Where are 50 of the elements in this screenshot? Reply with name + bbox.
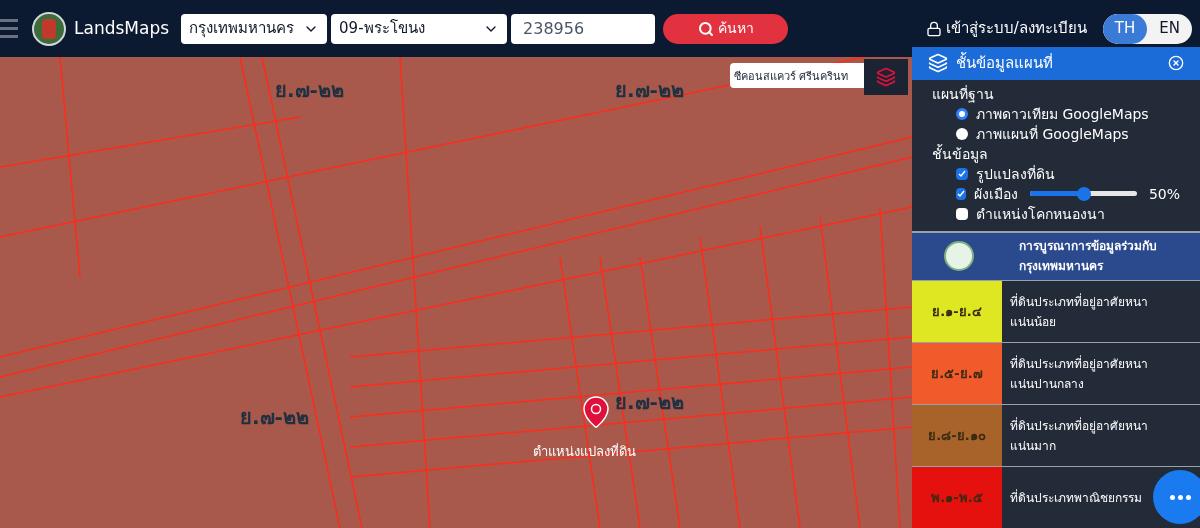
zone-label: ย.๗-๒๒ <box>240 404 309 431</box>
checkbox[interactable] <box>956 187 967 200</box>
legend-description: ที่ดินประเภทที่อยู่อาศัยหนาแน่นน้อย <box>1010 292 1149 331</box>
app-title: LandsMaps <box>74 16 170 40</box>
province-select[interactable]: กรุงเทพมหานคร <box>181 13 328 44</box>
zone-label: ย.๗-๒๒ <box>615 389 684 416</box>
opacity-slider[interactable] <box>1030 186 1137 201</box>
logo-icon <box>32 11 66 46</box>
parcel-number-field[interactable]: 238956 <box>511 13 656 44</box>
login-link[interactable]: เข้าสู่ระบบ/ลงทะเบียน <box>925 17 1087 40</box>
more-icon <box>1169 494 1191 500</box>
section-heading: ชั้นข้อมูล <box>932 143 989 164</box>
radio-label: ภาพดาวเทียม GoogleMaps <box>976 104 1149 124</box>
close-icon[interactable] <box>1168 55 1184 72</box>
layers-icon <box>928 53 948 74</box>
panel-title: ชั้นข้อมูลแผนที่ <box>956 52 1054 75</box>
legend-swatch: พ.๑-พ.๕ <box>912 467 1002 528</box>
radio-label: ภาพแผนที่ GoogleMaps <box>976 124 1129 144</box>
language-option[interactable]: TH <box>1102 13 1148 44</box>
radio-button[interactable] <box>956 107 968 120</box>
checkbox[interactable] <box>956 167 968 180</box>
zone-label: ย.๗-๒๒ <box>615 77 684 104</box>
menu-icon[interactable] <box>0 19 18 38</box>
search-button[interactable]: ค้นหา <box>663 13 789 44</box>
checkmark-icon <box>957 189 966 198</box>
partner-text: การบูรณาการข้อมูลร่วมกับ กรุงเทพมหานคร <box>1019 238 1157 276</box>
checkbox[interactable] <box>956 207 968 220</box>
marker-label: ตำแหน่งแปลงที่ดิน <box>533 442 636 461</box>
legend-description: ที่ดินประเภทที่อยู่อาศัยหนาแน่นปานกลาง <box>1010 354 1149 393</box>
section-heading: แผนที่ฐาน <box>932 84 995 104</box>
district-select[interactable]: 09-พระโขนง <box>331 13 508 44</box>
checkbox-label: ตำแหน่งโคกหนองนา <box>976 204 1105 224</box>
radio-button[interactable] <box>956 127 968 140</box>
legend-description: ที่ดินประเภทที่อยู่อาศัยหนาแน่นมาก <box>1010 416 1149 455</box>
legend-swatch: ย.๘-ย.๑๐ <box>912 405 1002 466</box>
checkmark-icon <box>958 169 966 178</box>
slider-reading: 50% <box>1148 184 1180 204</box>
search-icon <box>697 20 714 37</box>
checkbox-label: รูปแปลงที่ดิน <box>976 164 1055 184</box>
city-emblem-icon <box>944 241 974 272</box>
zone-label: ย.๗-๒๒ <box>275 77 344 104</box>
checkbox-label: ผังเมือง <box>974 184 1019 204</box>
legend-swatch: ย.๕-ย.๗ <box>912 343 1002 404</box>
lock-icon <box>925 20 942 37</box>
language-option[interactable]: EN <box>1147 13 1192 44</box>
layers-button[interactable] <box>864 59 908 95</box>
legend-description: ที่ดินประเภทพาณิชยกรรม <box>1010 488 1143 507</box>
place-search-field[interactable]: ซีคอนสแควร์ ศรีนครินท <box>730 63 864 88</box>
legend-swatch: ย.๑-ย.๔ <box>912 281 1002 342</box>
layers-icon <box>876 67 896 87</box>
